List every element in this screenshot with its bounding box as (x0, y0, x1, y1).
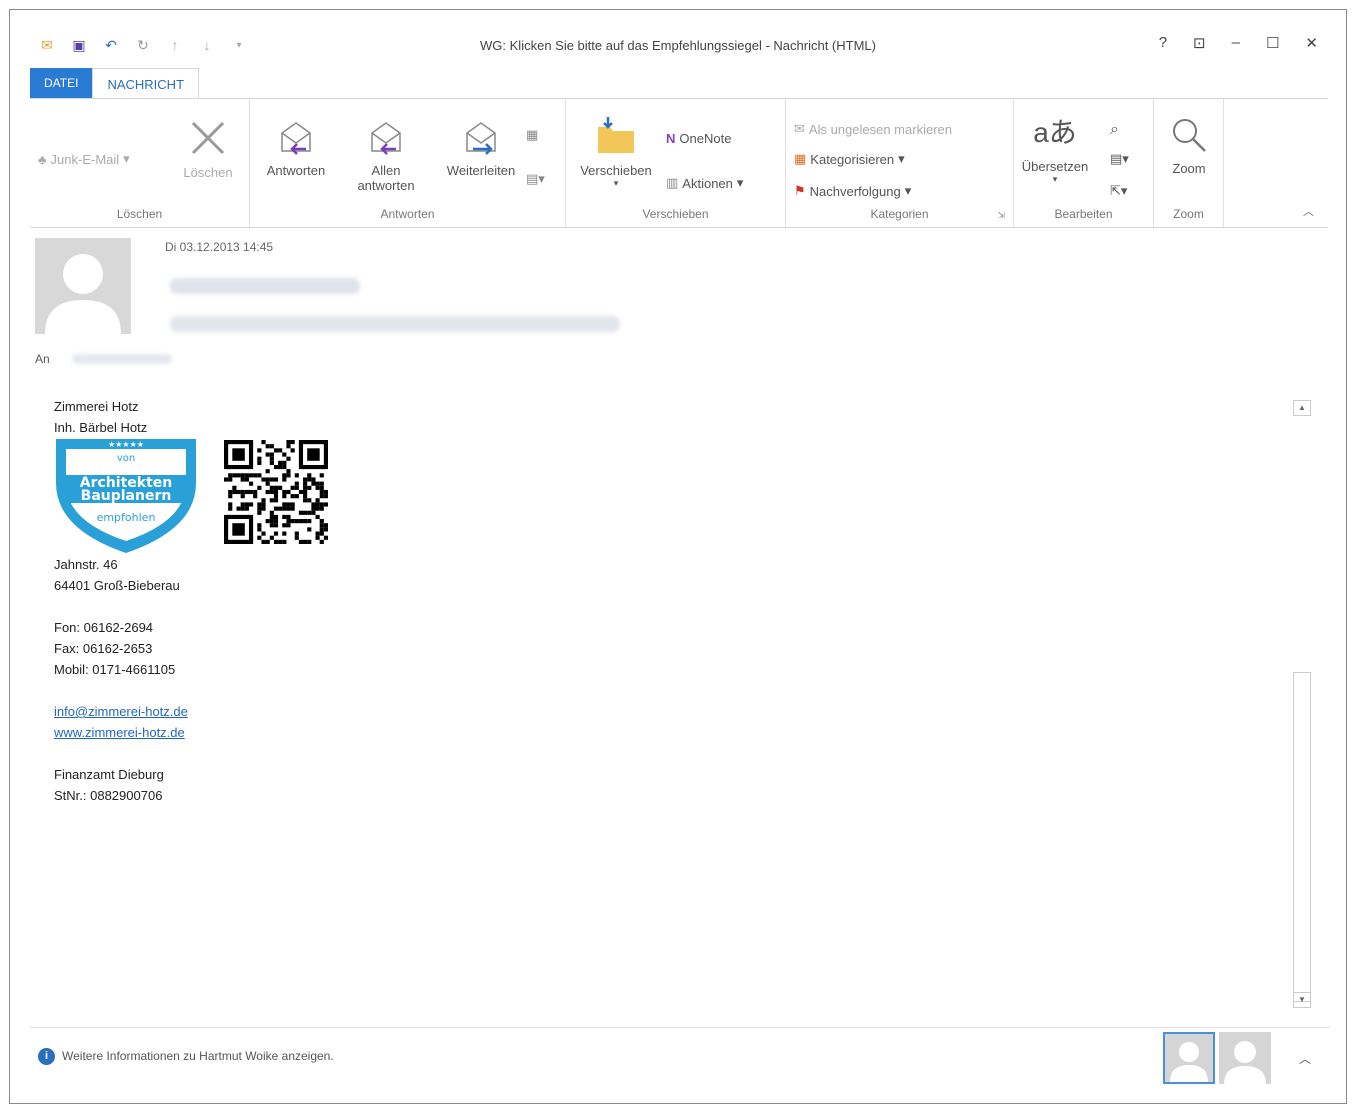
more-respond-icon[interactable]: ▤▾ (526, 171, 545, 187)
group-antworten: Antworten Allen antworten Weiterleiten ▦… (250, 99, 566, 227)
move-folder-icon (598, 117, 634, 153)
ribbon-tabs: DATEI NACHRICHT (30, 68, 200, 98)
actions-icon: ▥ (666, 175, 679, 190)
title-bar: ✉ ▣ ↶ ↻ ↑ ↓ ▾ WG: Klicken Sie bitte auf … (10, 10, 1346, 72)
followup-button[interactable]: ⚑ Nachverfolgung ▾ (794, 183, 911, 199)
outlook-message-window: ✉ ▣ ↶ ↻ ↑ ↓ ▾ WG: Klicken Sie bitte auf … (9, 9, 1347, 1104)
flag-icon: ⚑ (794, 183, 806, 198)
shield-icon: ★★★★★ von Architekten Bauplanern empfohl… (56, 439, 196, 553)
tab-message[interactable]: NACHRICHT (92, 68, 200, 98)
scroll-down-button[interactable]: ▼ (1293, 992, 1311, 1008)
delete-button[interactable]: Löschen (178, 117, 238, 180)
zoom-button[interactable]: Zoom (1158, 115, 1220, 176)
dialog-launcher-icon[interactable]: ⇲ (997, 210, 1005, 221)
help-button[interactable]: ? (1159, 34, 1167, 52)
info-icon: i (38, 1048, 55, 1065)
mark-unread-button[interactable]: ✉ Als ungelesen markieren (794, 121, 952, 137)
recipient-redacted (72, 354, 172, 364)
mark-unread-icon: ✉ (794, 121, 805, 136)
maximize-button[interactable]: ☐ (1266, 34, 1279, 52)
close-button[interactable]: ✕ (1305, 34, 1318, 52)
collapse-ribbon-icon[interactable]: ︿ (1303, 203, 1314, 219)
group-verschieben: Verschieben ▾ N OneNote ▥ Aktionen ▾ Vers… (566, 99, 786, 227)
group-loeschen: ♣ Junk-E-Mail ▾ Löschen Löschen (30, 99, 250, 227)
group-label-bearbeiten: Bearbeiten (1054, 207, 1113, 221)
minimize-button[interactable]: – (1232, 34, 1240, 52)
person-icon (1170, 1042, 1208, 1082)
website-link[interactable]: www.zimmerei-hotz.de (54, 722, 188, 743)
email-link[interactable]: info@zimmerei-hotz.de (54, 701, 188, 722)
reply-button[interactable]: Antworten (256, 117, 336, 178)
delete-x-icon (191, 121, 225, 155)
company-name: Zimmerei Hotz (54, 399, 139, 414)
window-controls: ? ⊡ – ☐ ✕ (1159, 34, 1318, 52)
owner-name: Inh. Bärbel Hotz (54, 420, 148, 435)
person-avatar-selected[interactable] (1163, 1032, 1215, 1084)
people-pane-info[interactable]: Weitere Informationen zu Hartmut Woike a… (62, 1049, 334, 1063)
phone: Fon: 06162-2694 (54, 620, 154, 635)
expand-people-pane-icon[interactable]: ︿ (1299, 1050, 1311, 1067)
seal-stars: ★★★★★ (108, 440, 144, 449)
person-icon (45, 254, 121, 334)
tax-office: Finanzamt Dieburg (54, 767, 164, 782)
onenote-button[interactable]: N OneNote (666, 131, 731, 146)
footer-divider (30, 1027, 1330, 1028)
scrollbar-track[interactable] (1293, 672, 1311, 1002)
actions-button[interactable]: ▥ Aktionen ▾ (666, 175, 743, 191)
mobile: Mobil: 0171-4661105 (54, 662, 176, 677)
select-icon[interactable]: ⇱▾ (1110, 183, 1127, 199)
window-title: WG: Klicken Sie bitte auf das Empfehlung… (480, 38, 876, 53)
categorize-button[interactable]: ▦ Kategorisieren ▾ (794, 151, 905, 167)
ribbon-display-options-button[interactable]: ⊡ (1193, 34, 1206, 52)
categorize-icon: ▦ (794, 151, 807, 166)
qr-code-image (224, 440, 328, 544)
forward-button[interactable]: Weiterleiten (436, 117, 526, 178)
recommendation-seal[interactable]: ★★★★★ von Architekten Bauplanern empfohl… (52, 437, 200, 558)
reply-all-icon (371, 122, 401, 155)
scroll-up-button[interactable]: ▲ (1293, 400, 1311, 416)
seal-von: von (117, 453, 135, 464)
group-kategorien: ✉ Als ungelesen markieren ▦ Kategorisier… (786, 99, 1014, 227)
sent-date: Di 03.12.2013 14:45 (165, 240, 274, 254)
group-label-zoom: Zoom (1173, 207, 1204, 221)
related-icon[interactable]: ▤▾ (1110, 151, 1129, 167)
person-icon (1224, 1041, 1266, 1084)
translate-button[interactable]: aあ Übersetzen ▾ (1018, 113, 1092, 185)
city: 64401 Groß-Bieberau (54, 578, 180, 593)
forward-icon (466, 122, 496, 155)
subject-redacted (170, 316, 620, 332)
group-label-kategorien: Kategorien (870, 207, 929, 221)
to-label: An (35, 352, 50, 366)
group-label-antworten: Antworten (380, 207, 435, 221)
sender-avatar (35, 238, 131, 334)
onenote-icon: N (666, 131, 676, 146)
move-button[interactable]: Verschieben ▾ (570, 113, 662, 189)
people-pane-avatars (1163, 1032, 1271, 1084)
group-bearbeiten: aあ Übersetzen ▾ ⌕ ▤▾ ⇱▾ Bearbeiten (1014, 99, 1154, 227)
tax-number: StNr.: 0882900706 (54, 788, 163, 803)
ribbon: ♣ Junk-E-Mail ▾ Löschen Löschen Antworten… (30, 98, 1328, 228)
junk-email-button[interactable]: ♣ Junk-E-Mail ▾ (38, 151, 130, 167)
find-icon[interactable]: ⌕ (1110, 121, 1119, 139)
translate-icon: aあ (1033, 117, 1077, 148)
meeting-icon[interactable]: ▦ (526, 127, 538, 143)
seal-line3: empfohlen (97, 511, 156, 524)
reply-icon (281, 122, 311, 155)
sender-name-redacted (170, 278, 360, 294)
tab-file[interactable]: DATEI (30, 68, 93, 98)
magnifier-icon (1173, 119, 1206, 152)
person-avatar[interactable] (1219, 1032, 1271, 1084)
group-label-loeschen: Löschen (116, 207, 163, 221)
group-zoom: Zoom Zoom (1154, 99, 1224, 227)
seal-line2: Bauplanern (81, 488, 172, 504)
reply-all-button[interactable]: Allen antworten (346, 117, 426, 193)
group-label-verschieben: Verschieben (642, 207, 709, 221)
fax: Fax: 06162-2653 (54, 641, 153, 656)
junk-icon: ♣ (38, 151, 47, 167)
qr-code (224, 440, 328, 547)
